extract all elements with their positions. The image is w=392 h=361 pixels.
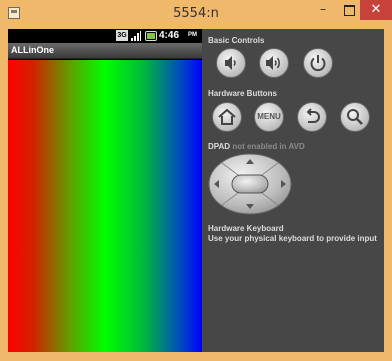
status-ampm: PM	[188, 32, 197, 38]
dpad-left[interactable]	[208, 171, 230, 197]
back-button[interactable]	[297, 102, 327, 132]
menu-button[interactable]: MENU	[254, 102, 284, 132]
home-icon	[218, 108, 236, 125]
dpad-up[interactable]	[236, 153, 264, 173]
emulator-client-area: 3G 4:46 PM ALLinOne Basic Controls Hardw…	[8, 29, 384, 352]
dpad-disabled-note: not enabled in AVD	[232, 142, 305, 151]
signal-strength-icon	[131, 31, 141, 41]
minimize-button[interactable]: –	[310, 0, 336, 20]
dpad-heading: DPAD not enabled in AVD	[208, 142, 305, 151]
power-button[interactable]	[303, 48, 333, 78]
close-button[interactable]: ✕	[360, 0, 392, 20]
volume-down-button[interactable]	[216, 48, 246, 78]
network-3g-icon: 3G	[116, 30, 128, 41]
hardware-keyboard-info: Hardware Keyboard Use your physical keyb…	[208, 224, 377, 244]
basic-controls-heading: Basic Controls	[208, 36, 265, 45]
hardware-keyboard-note: Use your physical keyboard to provide in…	[208, 234, 377, 243]
app-title-bar: ALLinOne	[8, 43, 202, 59]
android-status-bar: 3G 4:46 PM	[8, 29, 202, 43]
device-screen[interactable]: 3G 4:46 PM ALLinOne	[8, 29, 202, 352]
dpad[interactable]	[208, 153, 292, 215]
hardware-buttons-heading: Hardware Buttons	[208, 89, 277, 98]
volume-up-button[interactable]	[259, 48, 289, 78]
status-time: 4:46	[159, 30, 180, 41]
dpad-center[interactable]	[232, 175, 268, 193]
controls-panel: Basic Controls Hardware Buttons MENU DPA…	[202, 29, 384, 352]
home-button[interactable]	[212, 102, 242, 132]
title-bar[interactable]: 5554:n – ✕	[0, 0, 392, 28]
dpad-right[interactable]	[270, 171, 292, 197]
dpad-heading-label: DPAD	[208, 142, 231, 151]
volume-down-icon	[225, 56, 236, 70]
menu-button-label: MENU	[257, 112, 281, 121]
rgb-gradient-view[interactable]	[8, 60, 202, 352]
volume-up-icon	[266, 56, 280, 70]
hardware-keyboard-heading: Hardware Keyboard	[208, 224, 284, 233]
app-title: ALLinOne	[11, 45, 54, 55]
back-icon	[306, 108, 320, 123]
emulator-window: 5554:n – ✕ 3G 4:46 PM ALLinOne Basic Con…	[0, 0, 392, 361]
search-button[interactable]	[340, 102, 370, 132]
power-icon	[310, 55, 326, 72]
battery-icon	[145, 31, 157, 41]
dpad-down[interactable]	[236, 195, 264, 215]
maximize-button[interactable]	[336, 0, 360, 20]
search-icon	[347, 109, 363, 125]
